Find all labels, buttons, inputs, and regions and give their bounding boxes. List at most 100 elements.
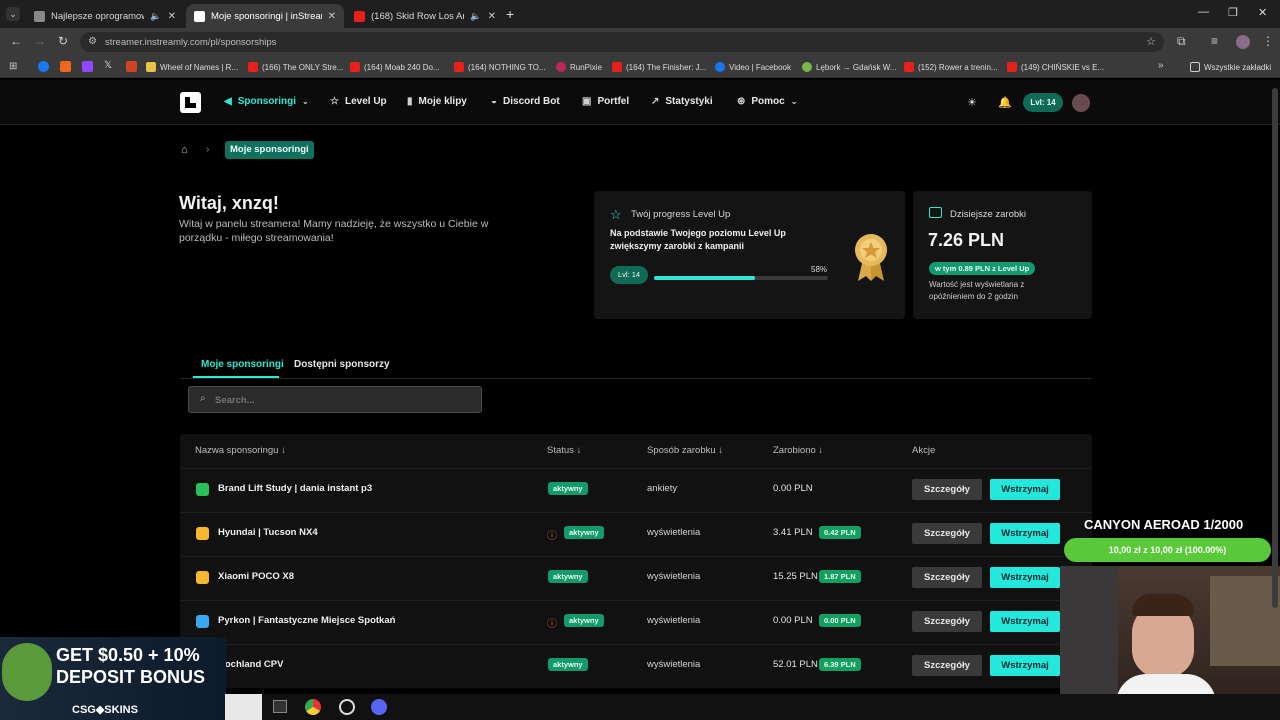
col-earned[interactable]: Zarobiono ↓	[773, 445, 823, 456]
star-icon: ☆	[330, 96, 339, 107]
browser-tab-3[interactable]: (168) Skid Row Los Angeles 🔈 ✕	[346, 4, 504, 28]
bookmark-item[interactable]: RunPixie	[556, 60, 602, 74]
search-box[interactable]: ⌕	[188, 386, 482, 413]
chrome-icon[interactable]	[305, 699, 321, 715]
browser-tab-1[interactable]: Najlepsze oprogramowanie 🔈 ✕	[26, 4, 184, 28]
address-bar[interactable]: ⚙ streamer.instreamly.com/pl/sponsorship…	[80, 32, 1164, 52]
bookmark-label: (152) Rower a trenin...	[918, 62, 998, 72]
warning-icon[interactable]: ⓘ	[547, 615, 557, 630]
breadcrumb-current[interactable]: Moje sponsoringi	[225, 141, 314, 159]
x-icon[interactable]: 𝕏	[104, 60, 112, 71]
pause-button[interactable]: Wstrzymaj	[990, 567, 1060, 588]
close-tab-icon[interactable]: ✕	[488, 11, 496, 22]
media-icon[interactable]: ≡	[1211, 34, 1218, 48]
close-window-button[interactable]: ✕	[1258, 6, 1267, 19]
menu-icon[interactable]: ⋮	[1262, 34, 1274, 48]
levelup-bonus-badge: 0.00 PLN	[819, 614, 861, 627]
forward-icon[interactable]: →	[34, 34, 46, 48]
bookmark-item[interactable]: (149) CHIŃSKIE vs E...	[1007, 60, 1104, 74]
close-tab-icon[interactable]: ✕	[328, 11, 336, 22]
pause-button[interactable]: Wstrzymaj	[990, 479, 1060, 500]
new-tab-button[interactable]: +	[506, 6, 514, 22]
earnings-card: Dzisiejsze zarobki 7.26 PLN w tym 0.89 P…	[913, 191, 1092, 319]
warning-icon[interactable]: ⓘ	[547, 527, 557, 542]
close-tab-icon[interactable]: ✕	[168, 11, 176, 22]
facebook-icon[interactable]	[38, 61, 49, 72]
user-avatar[interactable]	[1072, 94, 1090, 112]
nav-discord-bot[interactable]: ◒ Discord Bot	[491, 96, 560, 107]
speaker-icon[interactable]: 🔈	[150, 11, 161, 22]
bookmark-item[interactable]: Video | Facebook	[715, 60, 791, 74]
bookmarks-bar: ⊞ 𝕏 Wheel of Names | R... (166) The ONLY…	[0, 56, 1280, 78]
maximize-button[interactable]: ❐	[1228, 6, 1238, 19]
terminal-icon[interactable]	[273, 700, 287, 713]
bookmark-item[interactable]: (166) The ONLY Stre...	[248, 60, 343, 74]
bookmark-star-icon[interactable]: ☆	[1146, 35, 1156, 48]
level-badge[interactable]: Lvl: 14	[1023, 93, 1063, 112]
nav-sponsoringi[interactable]: ◀ Sponsoringi ⌄	[224, 96, 309, 107]
orange-bookmark-icon[interactable]	[60, 61, 71, 72]
theme-toggle-icon[interactable]: ☀	[967, 96, 977, 109]
sponsor-name[interactable]: Xiaomi POCO X8	[218, 571, 294, 582]
sponsor-name[interactable]: Hochland CPV	[218, 659, 283, 670]
details-button[interactable]: Szczegóły	[912, 611, 982, 632]
all-bookmarks-folder[interactable]: Wszystkie zakładki	[1190, 60, 1271, 74]
bookmark-item[interactable]: (152) Rower a trenin...	[904, 60, 998, 74]
extensions-icon[interactable]: ⧉	[1177, 34, 1186, 49]
tab-moje-sponsoringi[interactable]: Moje sponsoringi	[201, 359, 284, 370]
pause-button[interactable]: Wstrzymaj	[990, 655, 1060, 676]
obs-icon[interactable]	[339, 699, 355, 715]
site-info-icon[interactable]: ⚙	[88, 36, 97, 47]
nav-portfel[interactable]: ▣ Portfel	[582, 96, 629, 107]
details-button[interactable]: Szczegóły	[912, 479, 982, 500]
bell-icon[interactable]: 🔔	[998, 96, 1012, 109]
sponsor-name[interactable]: Brand Lift Study | dania instant p3	[218, 483, 372, 494]
apps-icon[interactable]: ⊞	[9, 61, 17, 72]
page-scrollbar[interactable]	[1272, 88, 1278, 608]
twitch-icon[interactable]	[82, 61, 93, 72]
back-icon[interactable]: ←	[10, 34, 22, 48]
discord-app-icon[interactable]	[371, 699, 387, 715]
tab-dostepni-sponsorzy[interactable]: Dostępni sponsorzy	[294, 359, 390, 370]
bookmark-item[interactable]: (164) NOTHING TO...	[454, 60, 546, 74]
all-bookmarks-label: Wszystkie zakładki	[1204, 62, 1272, 72]
browser-tab-bar: ⌄ Najlepsze oprogramowanie 🔈 ✕ Moje spon…	[0, 0, 1280, 28]
earnings-note-1: Wartość jest wyświetlana z	[929, 280, 1025, 289]
pause-button[interactable]: Wstrzymaj	[990, 611, 1060, 632]
home-icon[interactable]: ⌂	[181, 144, 188, 156]
nav-statystyki[interactable]: ↗ Statystyki	[651, 96, 713, 107]
tab-search-icon[interactable]: ⌄	[6, 7, 20, 21]
more-bookmarks-icon[interactable]: »	[1158, 60, 1164, 71]
bookmark-label: (164) Moab 240 Do...	[364, 62, 440, 72]
nav-moje-klipy[interactable]: ▮ Moje klipy	[407, 96, 467, 107]
details-button[interactable]: Szczegóły	[912, 567, 982, 588]
col-name[interactable]: Nazwa sponsoringu ↓	[195, 445, 286, 456]
details-button[interactable]: Szczegóły	[912, 523, 982, 544]
minimize-button[interactable]: —	[1198, 6, 1209, 18]
bookmark-item[interactable]: Wheel of Names | R...	[146, 60, 238, 74]
reload-icon[interactable]: ↻	[58, 34, 68, 48]
red-bookmark-icon[interactable]	[126, 61, 137, 72]
instreamly-logo[interactable]	[180, 92, 201, 113]
details-button[interactable]: Szczegóły	[912, 655, 982, 676]
pause-button[interactable]: Wstrzymaj	[990, 523, 1060, 544]
col-status[interactable]: Status ↓	[547, 445, 581, 456]
sponsor-name[interactable]: Hyundai | Tucson NX4	[218, 527, 318, 538]
sponsor-name[interactable]: Pyrkon | Fantastyczne Miejsce Spotkań	[218, 615, 395, 626]
bookmark-item[interactable]: (164) The Finisher: J...	[612, 60, 706, 74]
earning-method: wyświetlenia	[647, 527, 701, 538]
bookmark-item[interactable]: Lębork → Gdańsk W...	[802, 60, 896, 74]
browser-tab-2[interactable]: Moje sponsoringi | inStreamly ✕	[186, 4, 344, 28]
speaker-icon[interactable]: 🔈	[470, 11, 481, 22]
earned-amount: 0.00 PLN	[773, 483, 813, 494]
nav-pomoc[interactable]: ⊛ Pomoc ⌄	[737, 96, 797, 107]
profile-avatar[interactable]	[1236, 35, 1250, 49]
search-input[interactable]	[215, 392, 475, 408]
nav-level-up[interactable]: ☆ Level Up	[330, 96, 387, 107]
bookmark-item[interactable]: (164) Moab 240 Do...	[350, 60, 440, 74]
taskbar-search[interactable]	[225, 694, 262, 720]
wallet-icon: ▣	[582, 96, 592, 107]
ad-mascot	[2, 643, 52, 701]
col-method[interactable]: Sposób zarobku ↓	[647, 445, 723, 456]
webcam-shelf	[1210, 576, 1280, 666]
